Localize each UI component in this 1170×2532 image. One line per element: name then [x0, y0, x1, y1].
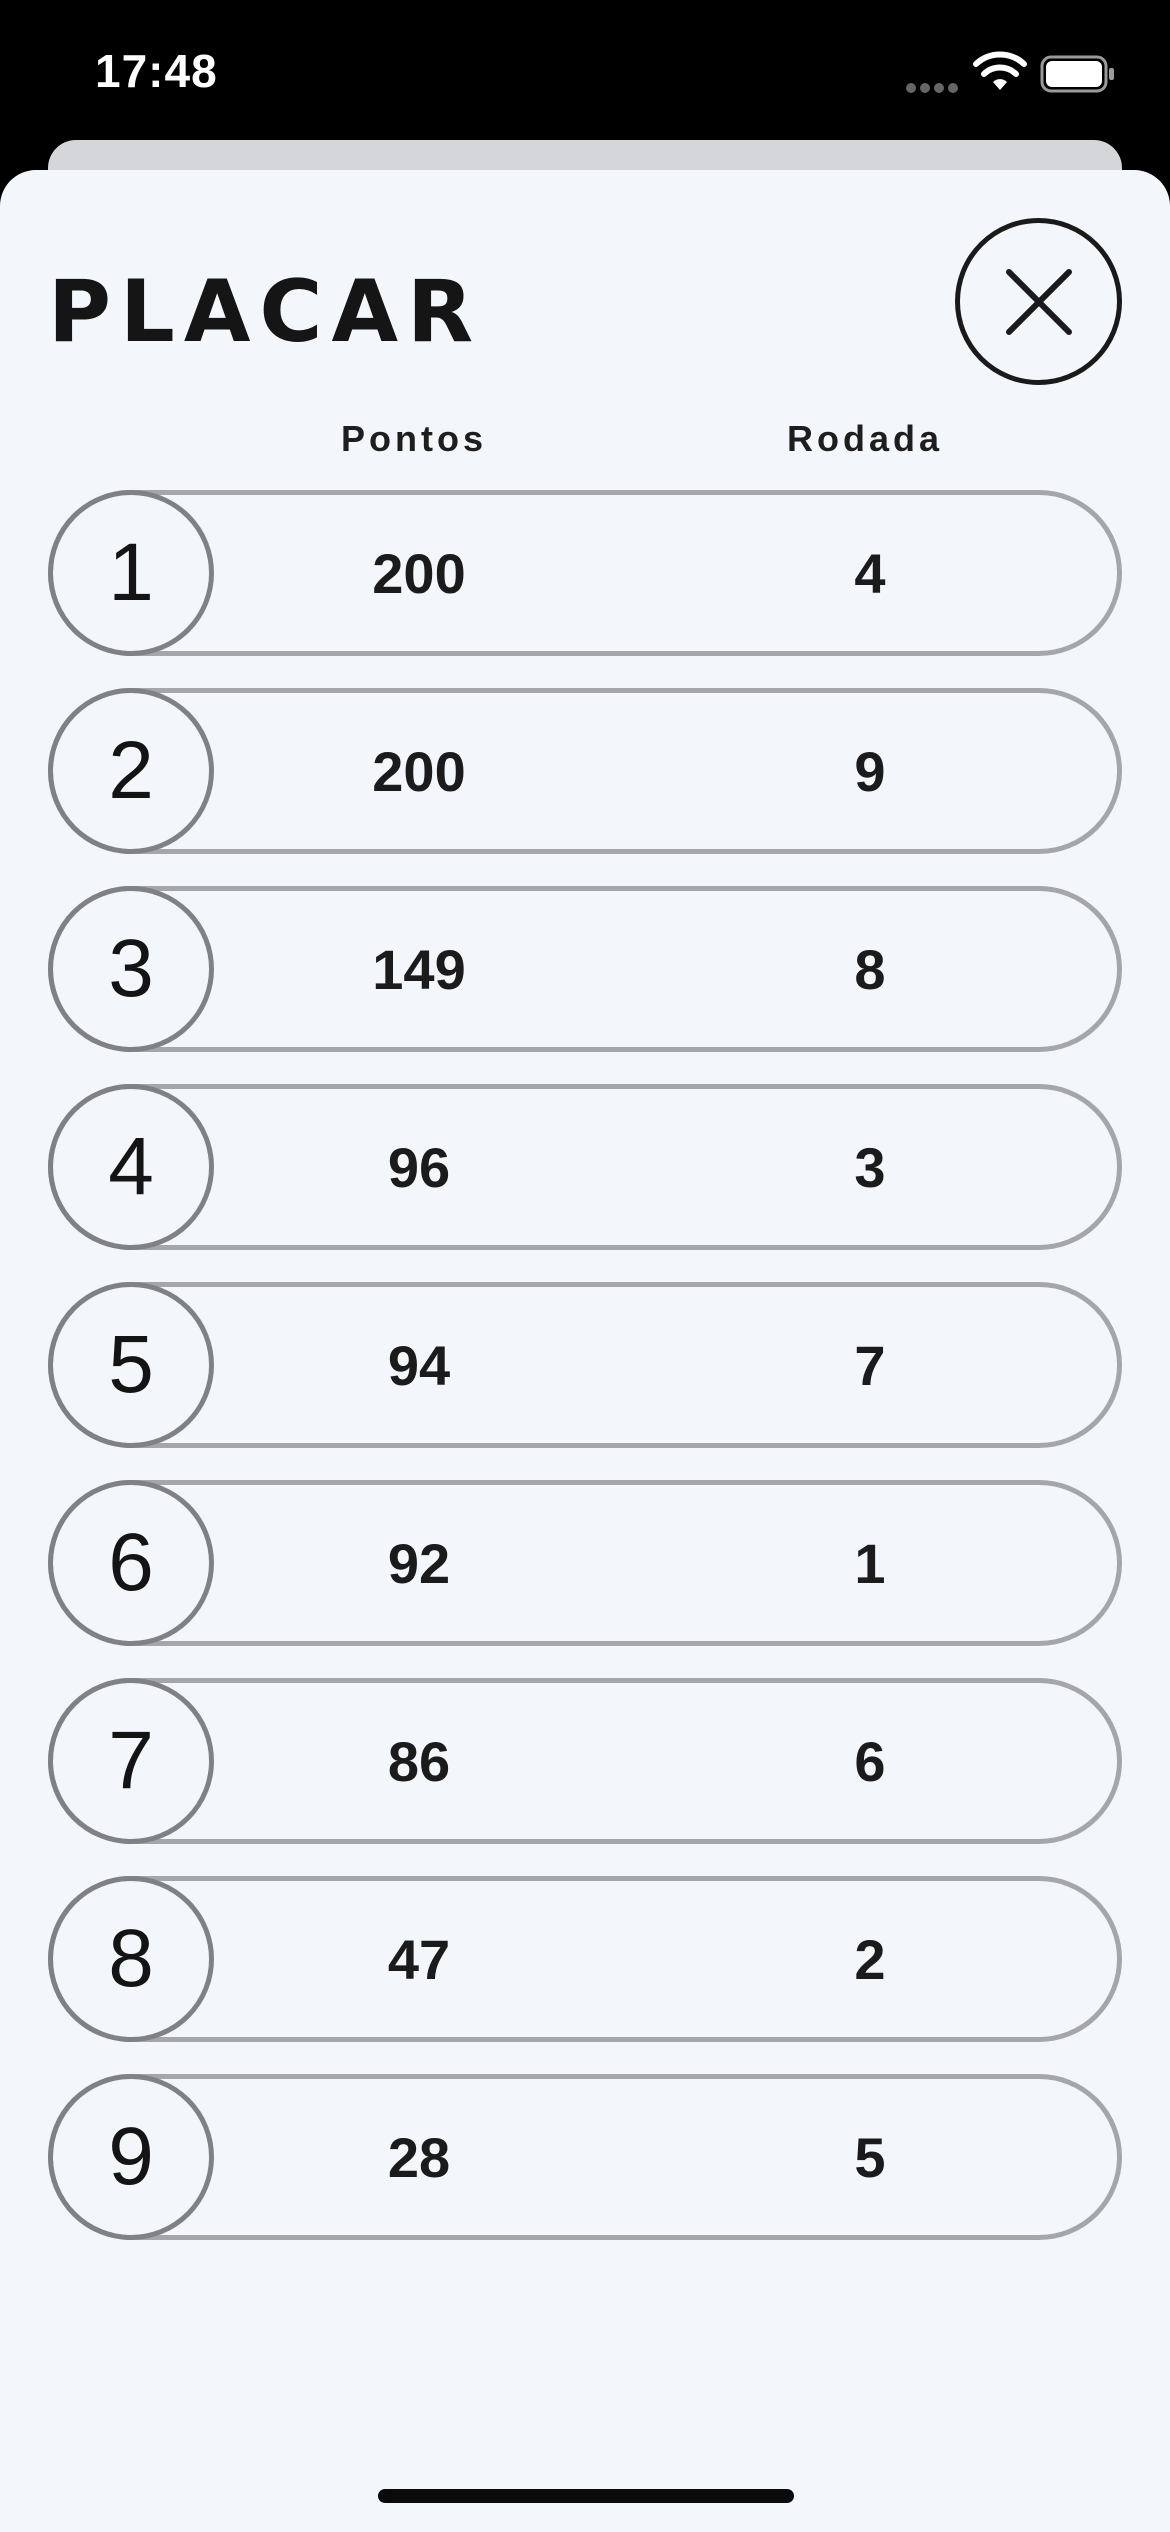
round-value: 3 [854, 1135, 886, 1199]
round-value: 2 [854, 1927, 886, 1991]
round-value: 6 [854, 1729, 886, 1793]
round-value: 9 [854, 739, 886, 803]
points-value: 92 [387, 1531, 451, 1595]
score-row: 4 96 3 [48, 1084, 1122, 1250]
screen: 17:48 PLACAR Pontos Rodada 1 200 4 2 200… [0, 0, 1170, 2532]
rank-badge: 7 [48, 1678, 214, 1844]
rank-badge: 2 [48, 688, 214, 854]
close-button[interactable] [955, 218, 1122, 385]
points-value: 28 [387, 2125, 451, 2189]
battery-icon [1040, 55, 1114, 93]
home-indicator[interactable] [378, 2489, 794, 2503]
score-row: 3 149 8 [48, 886, 1122, 1052]
rank-badge: 4 [48, 1084, 214, 1250]
rank-badge: 5 [48, 1282, 214, 1448]
score-row: 8 47 2 [48, 1876, 1122, 2042]
rank-badge: 9 [48, 2074, 214, 2240]
points-value: 200 [372, 541, 466, 605]
status-time: 17:48 [95, 45, 218, 97]
score-row: 7 86 6 [48, 1678, 1122, 1844]
round-value: 1 [854, 1531, 886, 1595]
round-value: 5 [854, 2125, 886, 2189]
rank-badge: 3 [48, 886, 214, 1052]
score-row: 9 28 5 [48, 2074, 1122, 2240]
wifi-icon [973, 51, 1027, 90]
cellular-signal-icon [906, 80, 962, 93]
points-value: 149 [372, 937, 466, 1001]
score-list: 1 200 4 2 200 9 3 149 8 4 96 3 5 94 7 6 … [48, 490, 1122, 2272]
score-row: 6 92 1 [48, 1480, 1122, 1646]
column-header-points: Pontos [341, 418, 487, 459]
close-x-icon [1005, 268, 1072, 335]
points-value: 94 [387, 1333, 451, 1397]
points-value: 47 [387, 1927, 451, 1991]
score-row: 2 200 9 [48, 688, 1122, 854]
score-row: 5 94 7 [48, 1282, 1122, 1448]
status-bar: 17:48 [0, 0, 1170, 140]
round-value: 8 [854, 937, 886, 1001]
points-value: 86 [387, 1729, 451, 1793]
rank-badge: 8 [48, 1876, 214, 2042]
rank-badge: 1 [48, 490, 214, 656]
round-value: 4 [854, 541, 886, 605]
rank-badge: 6 [48, 1480, 214, 1646]
points-value: 96 [387, 1135, 451, 1199]
page-title: PLACAR [48, 262, 483, 362]
column-header-round: Rodada [786, 418, 943, 459]
score-row: 1 200 4 [48, 490, 1122, 656]
points-value: 200 [372, 739, 466, 803]
round-value: 7 [854, 1333, 886, 1397]
